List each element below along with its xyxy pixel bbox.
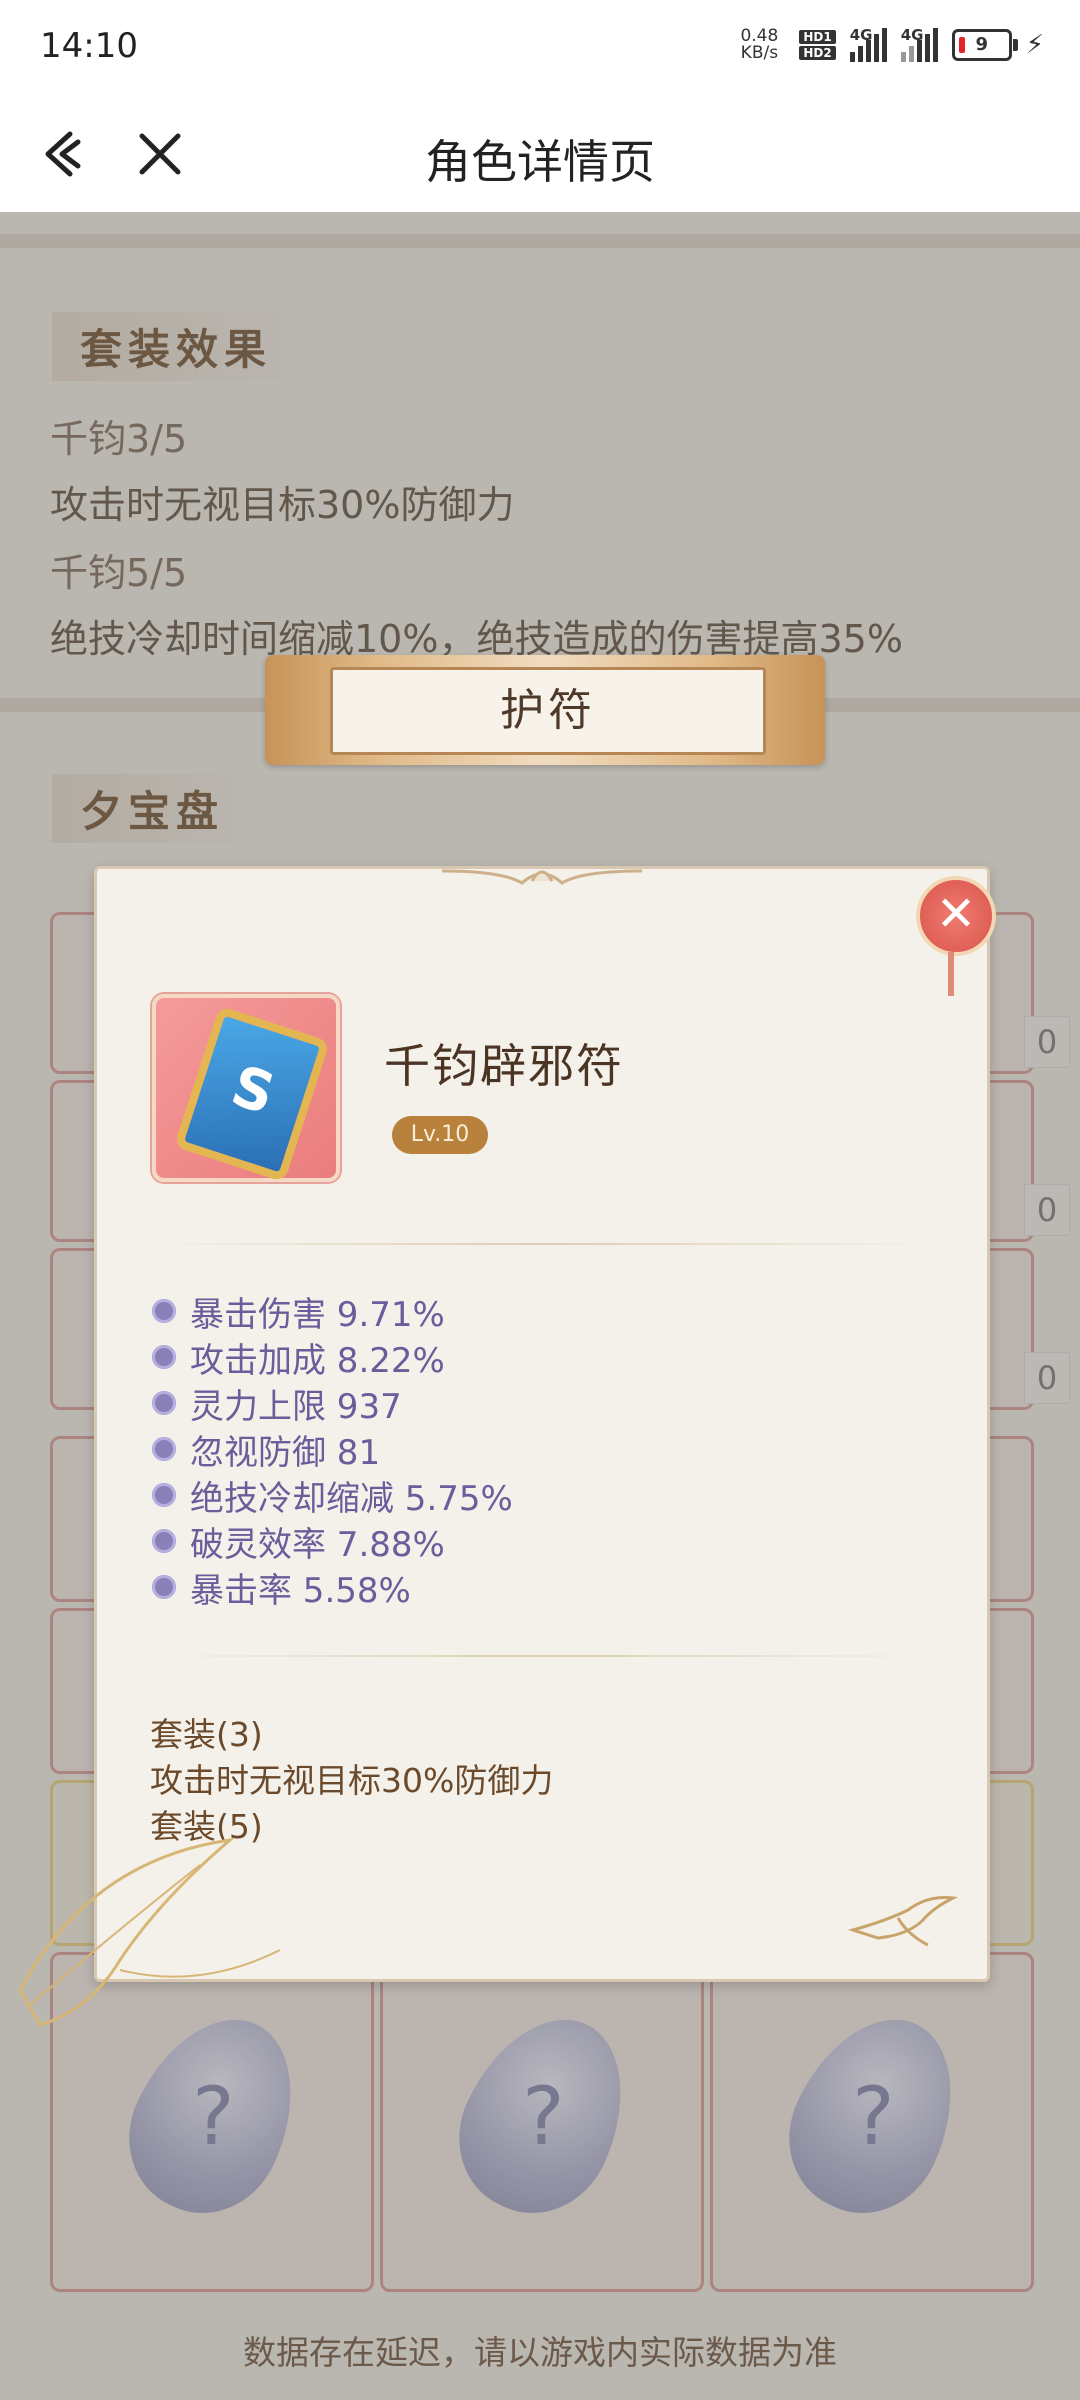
attribute-text: 暴击伤害 9.71% [190,1294,445,1335]
bullet-icon [152,1437,176,1461]
net-speed: 0.48 KB/s [733,28,785,62]
status-time: 14:10 [40,26,138,66]
talisman-icon: S [173,1005,331,1183]
status-bar: 14:10 0.48 KB/s HD1 HD2 4G 4G 9 ⚡ [0,0,1080,96]
bullet-icon [152,1575,176,1599]
bullet-icon [152,1391,176,1415]
page-title: 角色详情页 [425,135,655,189]
attribute-row: 暴击率 5.58% [152,1564,852,1611]
attribute-row: 暴击伤害 9.71% [152,1288,852,1335]
status-icons: 0.48 KB/s HD1 HD2 4G 4G 9 ⚡ [733,26,1044,62]
charging-icon: ⚡ [1025,30,1044,60]
signal-icon: 4G [849,26,887,62]
set3-label: 套装(3) [150,1715,263,1754]
attribute-row: 绝技冷却缩减 5.75% [152,1472,852,1519]
bullet-icon [152,1299,176,1323]
bullet-icon [152,1483,176,1507]
set3-effect: 攻击时无视目标30%防御力 [150,1761,554,1800]
attribute-row: 灵力上限 937 [152,1380,852,1427]
divider [157,1655,927,1657]
swallow-ornament-icon [848,1896,958,1947]
battery-icon: 9 [951,29,1018,61]
bullet-icon [152,1529,176,1553]
signal2-label: 4G [900,26,924,44]
top-ornament-icon [442,869,642,885]
item-name: 千钧辟邪符 [384,1039,624,1093]
attribute-text: 暴击率 5.58% [190,1570,411,1611]
hd1-label: HD1 [799,30,836,44]
net-speed-unit: KB/s [740,43,779,63]
attribute-row: 忽视防御 81 [152,1426,852,1473]
dialog-banner: 护符 [265,655,825,765]
attribute-list: 暴击伤害 9.71% 攻击加成 8.22% 灵力上限 937 忽视防御 81 绝… [152,1288,852,1611]
battery-level: 9 [975,34,988,55]
level-badge: Lv.10 [392,1116,488,1154]
bullet-icon [152,1345,176,1369]
hd2-label: HD2 [799,46,836,60]
close-icon: ✕ [935,886,977,942]
signal1-label: 4G [849,26,873,44]
dialog-banner-title: 护符 [330,667,766,755]
attribute-text: 绝技冷却缩减 5.75% [190,1478,513,1519]
dialog-close-button[interactable]: ✕ [916,876,996,956]
attribute-row: 攻击加成 8.22% [152,1334,852,1381]
attribute-row: 破灵效率 7.88% [152,1518,852,1565]
hd-icon: HD1 HD2 [799,30,836,60]
talisman-glyph: S [223,1053,283,1128]
item-icon: S [152,994,340,1183]
attribute-text: 攻击加成 8.22% [190,1340,445,1381]
feather-ornament-icon [18,1837,281,2027]
attribute-text: 破灵效率 7.88% [190,1524,445,1565]
attribute-text: 忽视防御 81 [190,1432,381,1473]
divider [157,1243,927,1245]
title-bar: 角色详情页 [0,96,1080,212]
tassel-ornament [948,952,954,996]
signal-icon-2: 4G [900,26,938,62]
attribute-text: 灵力上限 937 [190,1386,402,1427]
